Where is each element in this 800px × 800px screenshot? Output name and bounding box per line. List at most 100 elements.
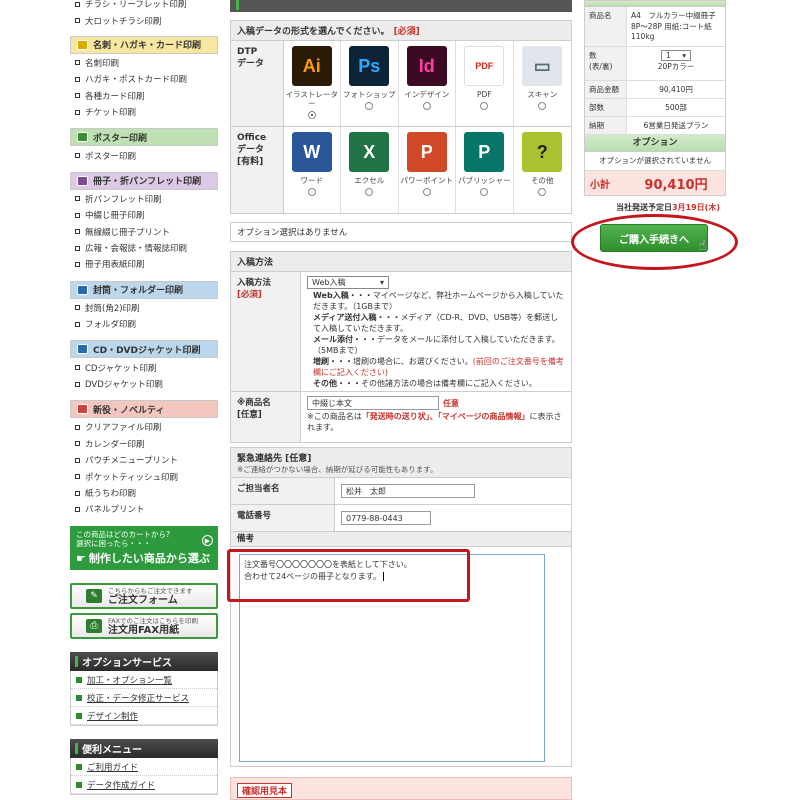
format-option[interactable]: P パブリッシャー <box>456 127 514 213</box>
dtp-row: DTP データ Ai イラストレーター Ps フォトショップ Id インデザイン PDF PD… <box>231 41 571 127</box>
section-header-bar <box>230 0 572 12</box>
sidebar-link[interactable]: チケット印刷 <box>70 104 218 120</box>
sidebar-link[interactable]: 折パンフレット印刷 <box>70 191 218 207</box>
confirm-sample-panel: 確認用見本 <box>230 777 572 800</box>
menu-link[interactable]: ご利用ガイド <box>71 758 217 776</box>
format-radio[interactable] <box>480 102 489 110</box>
bullet-icon <box>75 76 80 82</box>
contact-subtitle: ※ご連絡がつかない場合、納期が延びる可能性もあります。 <box>237 465 438 474</box>
person-input[interactable]: 松井 太郎 <box>341 484 475 498</box>
contact-panel: 緊急連絡先 [任意] ※ご連絡がつかない場合、納期が延びる可能性もあります。 ご… <box>230 447 572 767</box>
format-option[interactable]: Ps フォトショップ <box>341 41 399 126</box>
format-radio[interactable] <box>307 111 316 119</box>
sidebar-link[interactable]: パネルプリント <box>70 501 218 517</box>
summary-product-key: 商品名 <box>585 7 627 46</box>
sidebar-category-heading[interactable]: 冊子・折パンフレット印刷 <box>70 171 218 190</box>
sidebar-link[interactable]: ポケットティッシュ印刷 <box>70 468 218 484</box>
fax-form-button[interactable]: ⎙ FAXでのご注文はこちらを印刷 注文用FAX用紙 <box>70 613 218 639</box>
sidebar-link[interactable]: 冊子用表紙印刷 <box>70 256 218 272</box>
format-radio[interactable] <box>365 188 374 196</box>
sidebar-link[interactable]: 紙うちわ印刷 <box>70 485 218 501</box>
sidebar-link[interactable]: 名刺印刷 <box>70 55 218 71</box>
highlight-notes-outline <box>227 549 470 602</box>
sidebar: チラシ・リーフレット印刷 大ロットチラシ印刷 名刺・ハガキ・カード印刷 名刺印刷 ハガ… <box>70 0 218 519</box>
pencil-icon: ✎ <box>86 589 102 603</box>
method-select[interactable]: Web入稿 ▾ <box>307 276 389 289</box>
sidebar-category-heading[interactable]: 名刺・ハガキ・カード印刷 <box>70 35 218 54</box>
format-option[interactable]: X エクセル <box>341 127 399 213</box>
product-name-label: ※商品名 [任意] <box>231 392 301 442</box>
bullet-icon <box>75 229 80 235</box>
order-form-button[interactable]: ✎ こちらからもご注文できます ご注文フォーム <box>70 583 218 609</box>
format-option[interactable]: PDF PDF <box>456 41 514 126</box>
format-option[interactable]: P パワーポイント <box>399 127 456 213</box>
sidebar-link[interactable]: ハガキ・ポストカード印刷 <box>70 71 218 87</box>
menu-link[interactable]: 校正・データ修正サービス <box>71 689 217 707</box>
app-icon: ▭ <box>522 46 563 86</box>
sidebar-link[interactable]: DVDジャケット印刷 <box>70 376 218 392</box>
purchase-button[interactable]: ご購入手続きへ <box>600 224 708 252</box>
bullet-icon <box>75 18 80 24</box>
sidebar-category-heading[interactable]: 封筒・フォルダー印刷 <box>70 280 218 299</box>
bullet-icon <box>75 490 80 496</box>
banner-main: 制作したい商品から選ぶ <box>88 552 210 565</box>
optional-tag: 任意 <box>443 398 459 408</box>
format-option[interactable]: ? その他 <box>514 127 572 213</box>
product-name-input[interactable]: 中綴じ本文 <box>307 396 439 410</box>
price-value: 90,410円 <box>659 85 693 94</box>
sidebar-category-heading[interactable]: CD・DVDジャケット印刷 <box>70 340 218 359</box>
format-radio[interactable] <box>538 102 547 110</box>
sidebar-link[interactable]: 大ロットチラシ印刷 <box>70 12 218 28</box>
bullet-icon <box>75 365 80 371</box>
format-option[interactable]: Id インデザイン <box>399 41 456 126</box>
sidebar-link[interactable]: パウチメニュープリント <box>70 452 218 468</box>
format-radio[interactable] <box>480 188 489 196</box>
format-radio[interactable] <box>538 188 547 196</box>
fax-form-small: FAXでのご注文はこちらを印刷 <box>108 616 199 625</box>
qty-select[interactable]: 1 ▾ <box>661 50 691 61</box>
find-by-product-banner[interactable]: この商品はどのカートから? 選択に困ったら・・・ ☛ 制作したい商品から選ぶ ▶ <box>70 526 218 570</box>
format-radio[interactable] <box>422 102 431 110</box>
menu-link[interactable]: データ作成ガイド <box>71 776 217 794</box>
app-icon: P <box>406 132 447 172</box>
phone-input[interactable]: 0779-88-0443 <box>341 511 431 525</box>
order-form-small: こちらからもご注文できます <box>108 586 193 595</box>
format-option[interactable]: ▭ スキャン <box>514 41 572 126</box>
sidebar-link[interactable]: 中綴じ冊子印刷 <box>70 207 218 223</box>
sidebar-link[interactable]: ポスター印刷 <box>70 147 218 163</box>
sidebar-link[interactable]: 各種カード印刷 <box>70 88 218 104</box>
subtotal-row: 小計 90,410円 <box>585 170 725 195</box>
useful-menu-heading: 便利メニュー <box>70 739 218 758</box>
method-label: 入稿方法 [必須] <box>231 272 301 391</box>
submission-heading: 入稿方法 <box>231 252 571 272</box>
format-radio[interactable] <box>307 188 316 196</box>
ship-date-line: 当社発送予定日3月19日(木) <box>615 203 720 212</box>
format-label: フォトショップ <box>343 90 396 99</box>
sidebar-link[interactable]: 封筒(角2)印刷 <box>70 300 218 316</box>
sidebar-link[interactable]: CDジャケット印刷 <box>70 359 218 375</box>
bullet-icon <box>76 712 82 719</box>
sidebar-category-heading[interactable]: 新役・ノベルティ <box>70 400 218 419</box>
order-form-big: ご注文フォーム <box>108 594 178 606</box>
menu-link[interactable]: 加工・オプション一覧 <box>71 671 217 689</box>
sidebar-link[interactable]: フォルダ印刷 <box>70 316 218 332</box>
app-icon: X <box>349 132 390 172</box>
sidebar-category-heading[interactable]: ポスター印刷 <box>70 128 218 147</box>
sidebar-link[interactable]: 無線綴じ冊子プリント <box>70 224 218 240</box>
format-option[interactable]: Ai イラストレーター <box>284 41 341 126</box>
app-icon: ? <box>522 132 563 172</box>
sidebar-link[interactable]: クリアファイル印刷 <box>70 419 218 435</box>
format-radio[interactable] <box>365 102 374 110</box>
format-option[interactable]: W ワード <box>284 127 341 213</box>
sidebar-link[interactable]: 広報・会報誌・情報誌印刷 <box>70 240 218 256</box>
menu-link[interactable]: デザイン制作 <box>71 707 217 725</box>
format-radio[interactable] <box>422 188 431 196</box>
sidebar-link[interactable]: カレンダー印刷 <box>70 436 218 452</box>
bullet-icon <box>75 474 80 480</box>
app-icon: Ps <box>349 46 390 86</box>
sidebar-link[interactable]: チラシ・リーフレット印刷 <box>70 0 218 12</box>
format-label: インデザイン <box>404 90 450 99</box>
bullet-icon <box>76 676 82 683</box>
product-name-row: ※商品名 [任意] 中綴じ本文 任意 ※この商品名は「発送時の送り状」、「マイペ… <box>231 392 571 442</box>
summary-product-value: A4 フルカラー中綴冊子 8P～28P 用紙:コート紙110kg <box>631 11 724 41</box>
